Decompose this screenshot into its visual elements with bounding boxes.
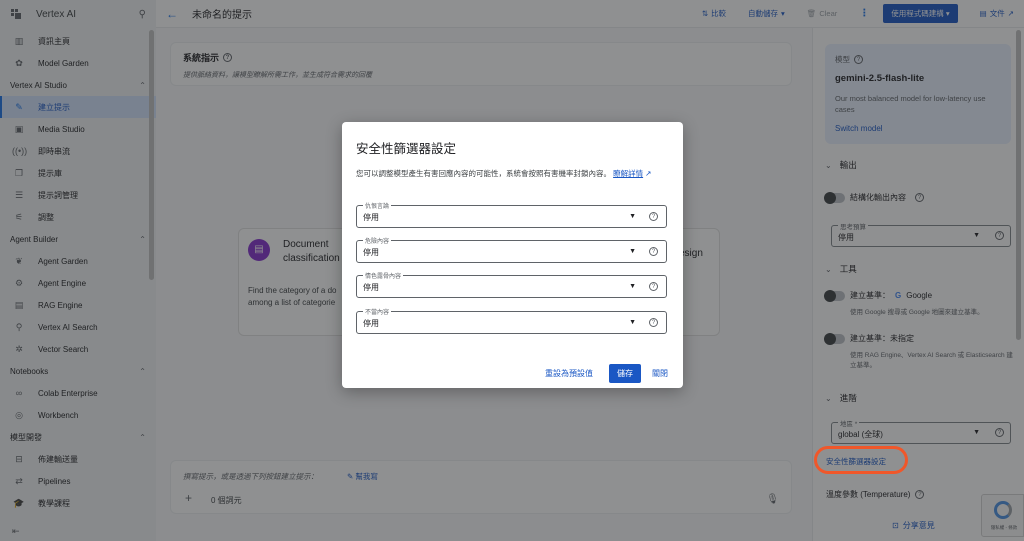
- help-icon[interactable]: ?: [649, 318, 658, 327]
- filter-value: 停用: [363, 248, 379, 257]
- filter-label: 不當內容: [363, 307, 392, 316]
- filter-label: 危險內容: [363, 236, 392, 245]
- harassment-select[interactable]: 不當內容 停用 ▼ ?: [356, 307, 667, 334]
- safety-settings-dialog: 安全性篩選器設定 您可以調整模型產生有害回應內容的可能性，系統會按照有害機率封鎖…: [342, 122, 683, 388]
- dropdown-arrow-icon: ▼: [629, 319, 636, 326]
- help-icon[interactable]: ?: [649, 212, 658, 221]
- close-button[interactable]: 關閉: [652, 368, 668, 379]
- annotation-highlight-circle: [814, 446, 908, 474]
- help-icon[interactable]: ?: [649, 282, 658, 291]
- dangerous-content-select[interactable]: 危險內容 停用 ▼ ?: [356, 236, 667, 263]
- filter-label: 情色露骨內容: [363, 271, 404, 280]
- dropdown-arrow-icon: ▼: [629, 248, 636, 255]
- filter-label: 仇恨言論: [363, 201, 392, 210]
- hate-speech-select[interactable]: 仇恨言論 停用 ▼ ?: [356, 201, 667, 228]
- dialog-description: 您可以調整模型產生有害回應內容的可能性，系統會按照有害機率封鎖內容。 瞭解詳情 …: [356, 168, 672, 180]
- save-button[interactable]: 儲存: [609, 364, 641, 383]
- learn-more-label: 瞭解詳情: [613, 169, 644, 178]
- dropdown-arrow-icon: ▼: [629, 213, 636, 220]
- help-icon[interactable]: ?: [649, 247, 658, 256]
- dropdown-arrow-icon: ▼: [629, 283, 636, 290]
- learn-more-link[interactable]: 瞭解詳情: [613, 169, 643, 178]
- reset-defaults-button[interactable]: 重設為預設值: [545, 368, 593, 379]
- external-link-icon: ↗: [645, 169, 652, 178]
- filter-value: 停用: [363, 319, 379, 328]
- sexually-explicit-select[interactable]: 情色露骨內容 停用 ▼ ?: [356, 271, 667, 298]
- filter-value: 停用: [363, 283, 379, 292]
- filter-value: 停用: [363, 213, 379, 222]
- dialog-description-text: 您可以調整模型產生有害回應內容的可能性，系統會按照有害機率封鎖內容。: [356, 169, 611, 178]
- dialog-title: 安全性篩選器設定: [356, 142, 457, 156]
